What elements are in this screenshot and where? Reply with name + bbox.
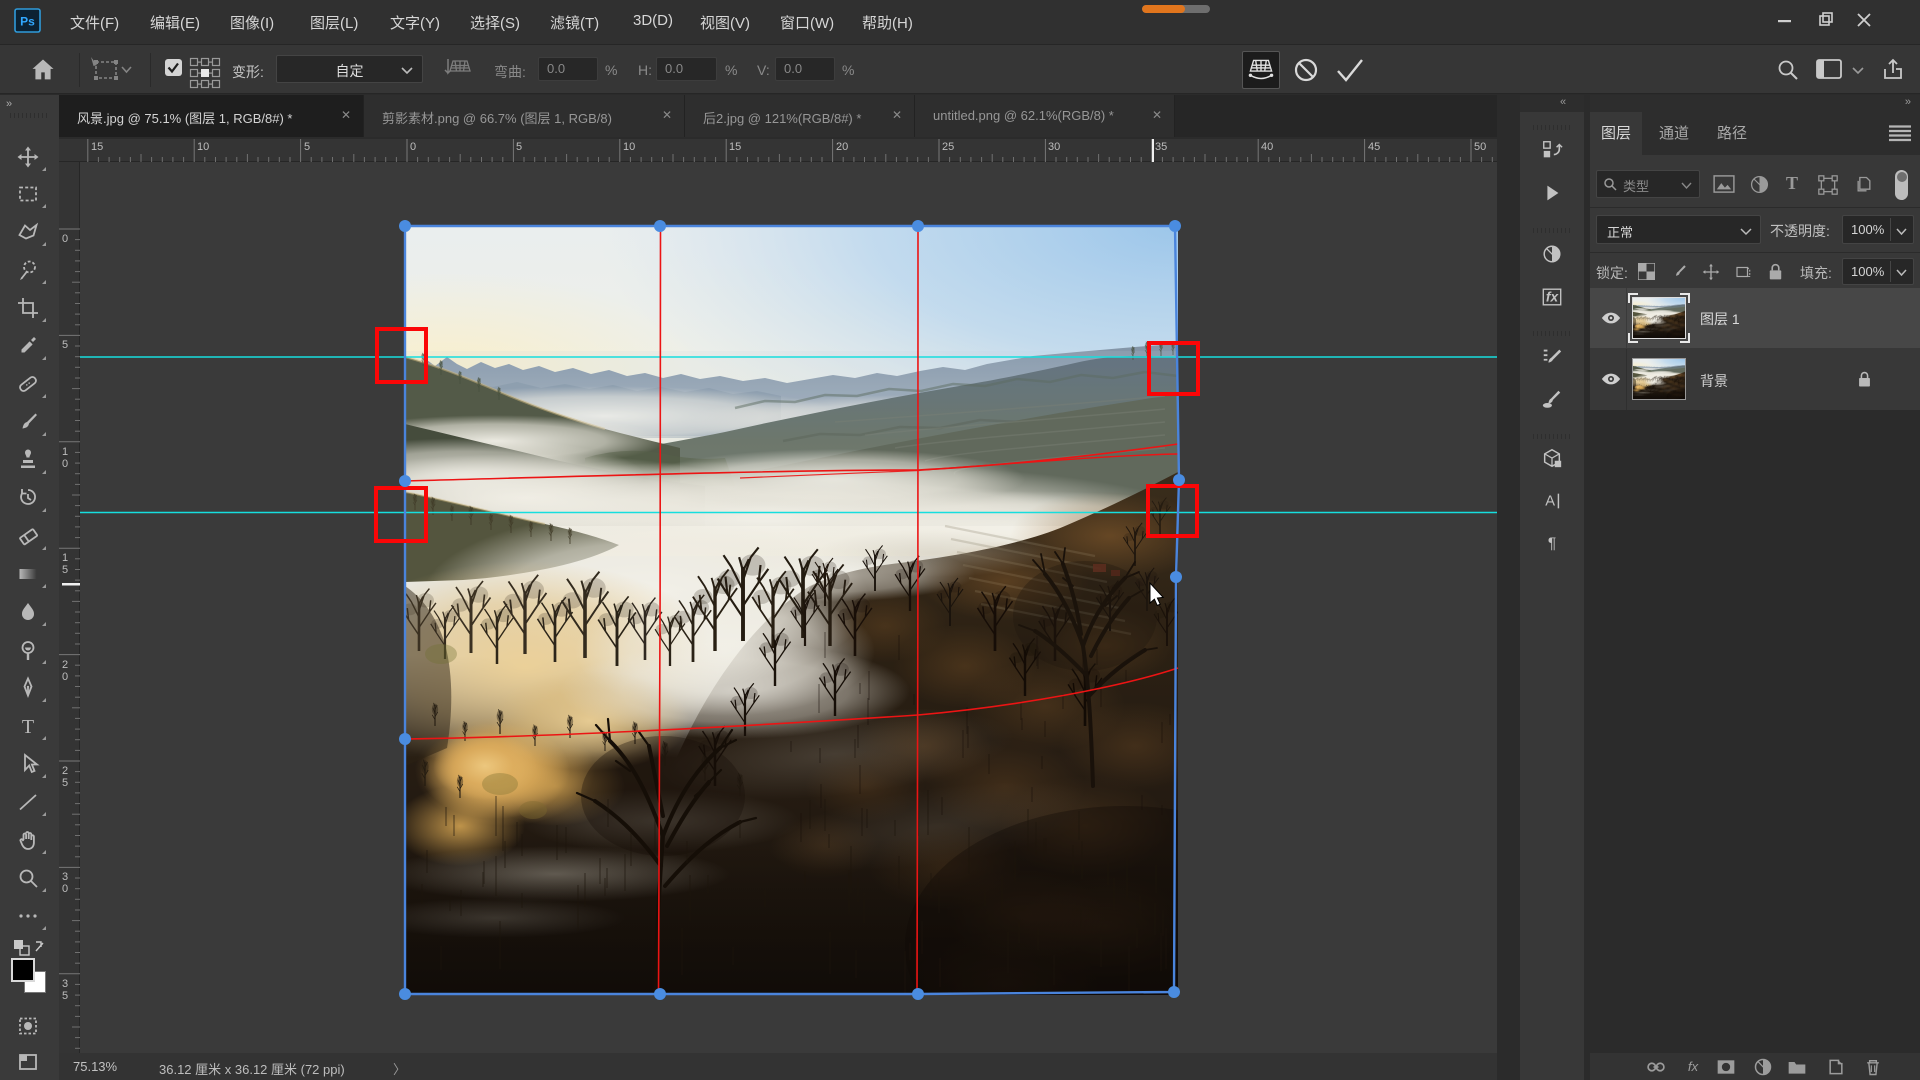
svg-text:1: 1 [62,552,68,564]
svg-text:0: 0 [410,141,416,153]
svg-text:3: 3 [62,871,68,883]
svg-text:T: T [22,716,34,738]
svg-text:5: 5 [62,564,68,576]
svg-text:fx: fx [1546,290,1560,305]
svg-text:15: 15 [729,141,741,153]
svg-text:5: 5 [62,990,68,1002]
svg-text:20: 20 [836,141,848,153]
svg-text:2: 2 [62,659,68,671]
svg-text:fx: fx [1688,1059,1700,1074]
svg-text:0: 0 [62,233,68,245]
svg-text:10: 10 [197,141,209,153]
svg-text:0: 0 [62,671,68,683]
svg-text:30: 30 [1048,141,1060,153]
svg-text:5: 5 [62,777,68,789]
svg-text:50: 50 [1474,141,1486,153]
svg-text:5: 5 [304,141,310,153]
svg-text:15: 15 [91,141,103,153]
svg-text:3: 3 [62,978,68,990]
svg-text:0: 0 [62,883,68,895]
svg-text:2: 2 [62,765,68,777]
svg-text:¶: ¶ [1548,536,1556,553]
svg-text:1: 1 [62,446,68,458]
svg-text:45: 45 [1368,141,1380,153]
svg-text:A: A [1545,494,1555,510]
svg-text:25: 25 [942,141,954,153]
svg-text:5: 5 [62,339,68,351]
svg-text:35: 35 [1155,141,1167,153]
svg-text:10: 10 [623,141,635,153]
svg-text:Ps: Ps [20,15,35,29]
svg-text:0: 0 [62,458,68,470]
svg-text:40: 40 [1261,141,1273,153]
svg-text:5: 5 [516,141,522,153]
